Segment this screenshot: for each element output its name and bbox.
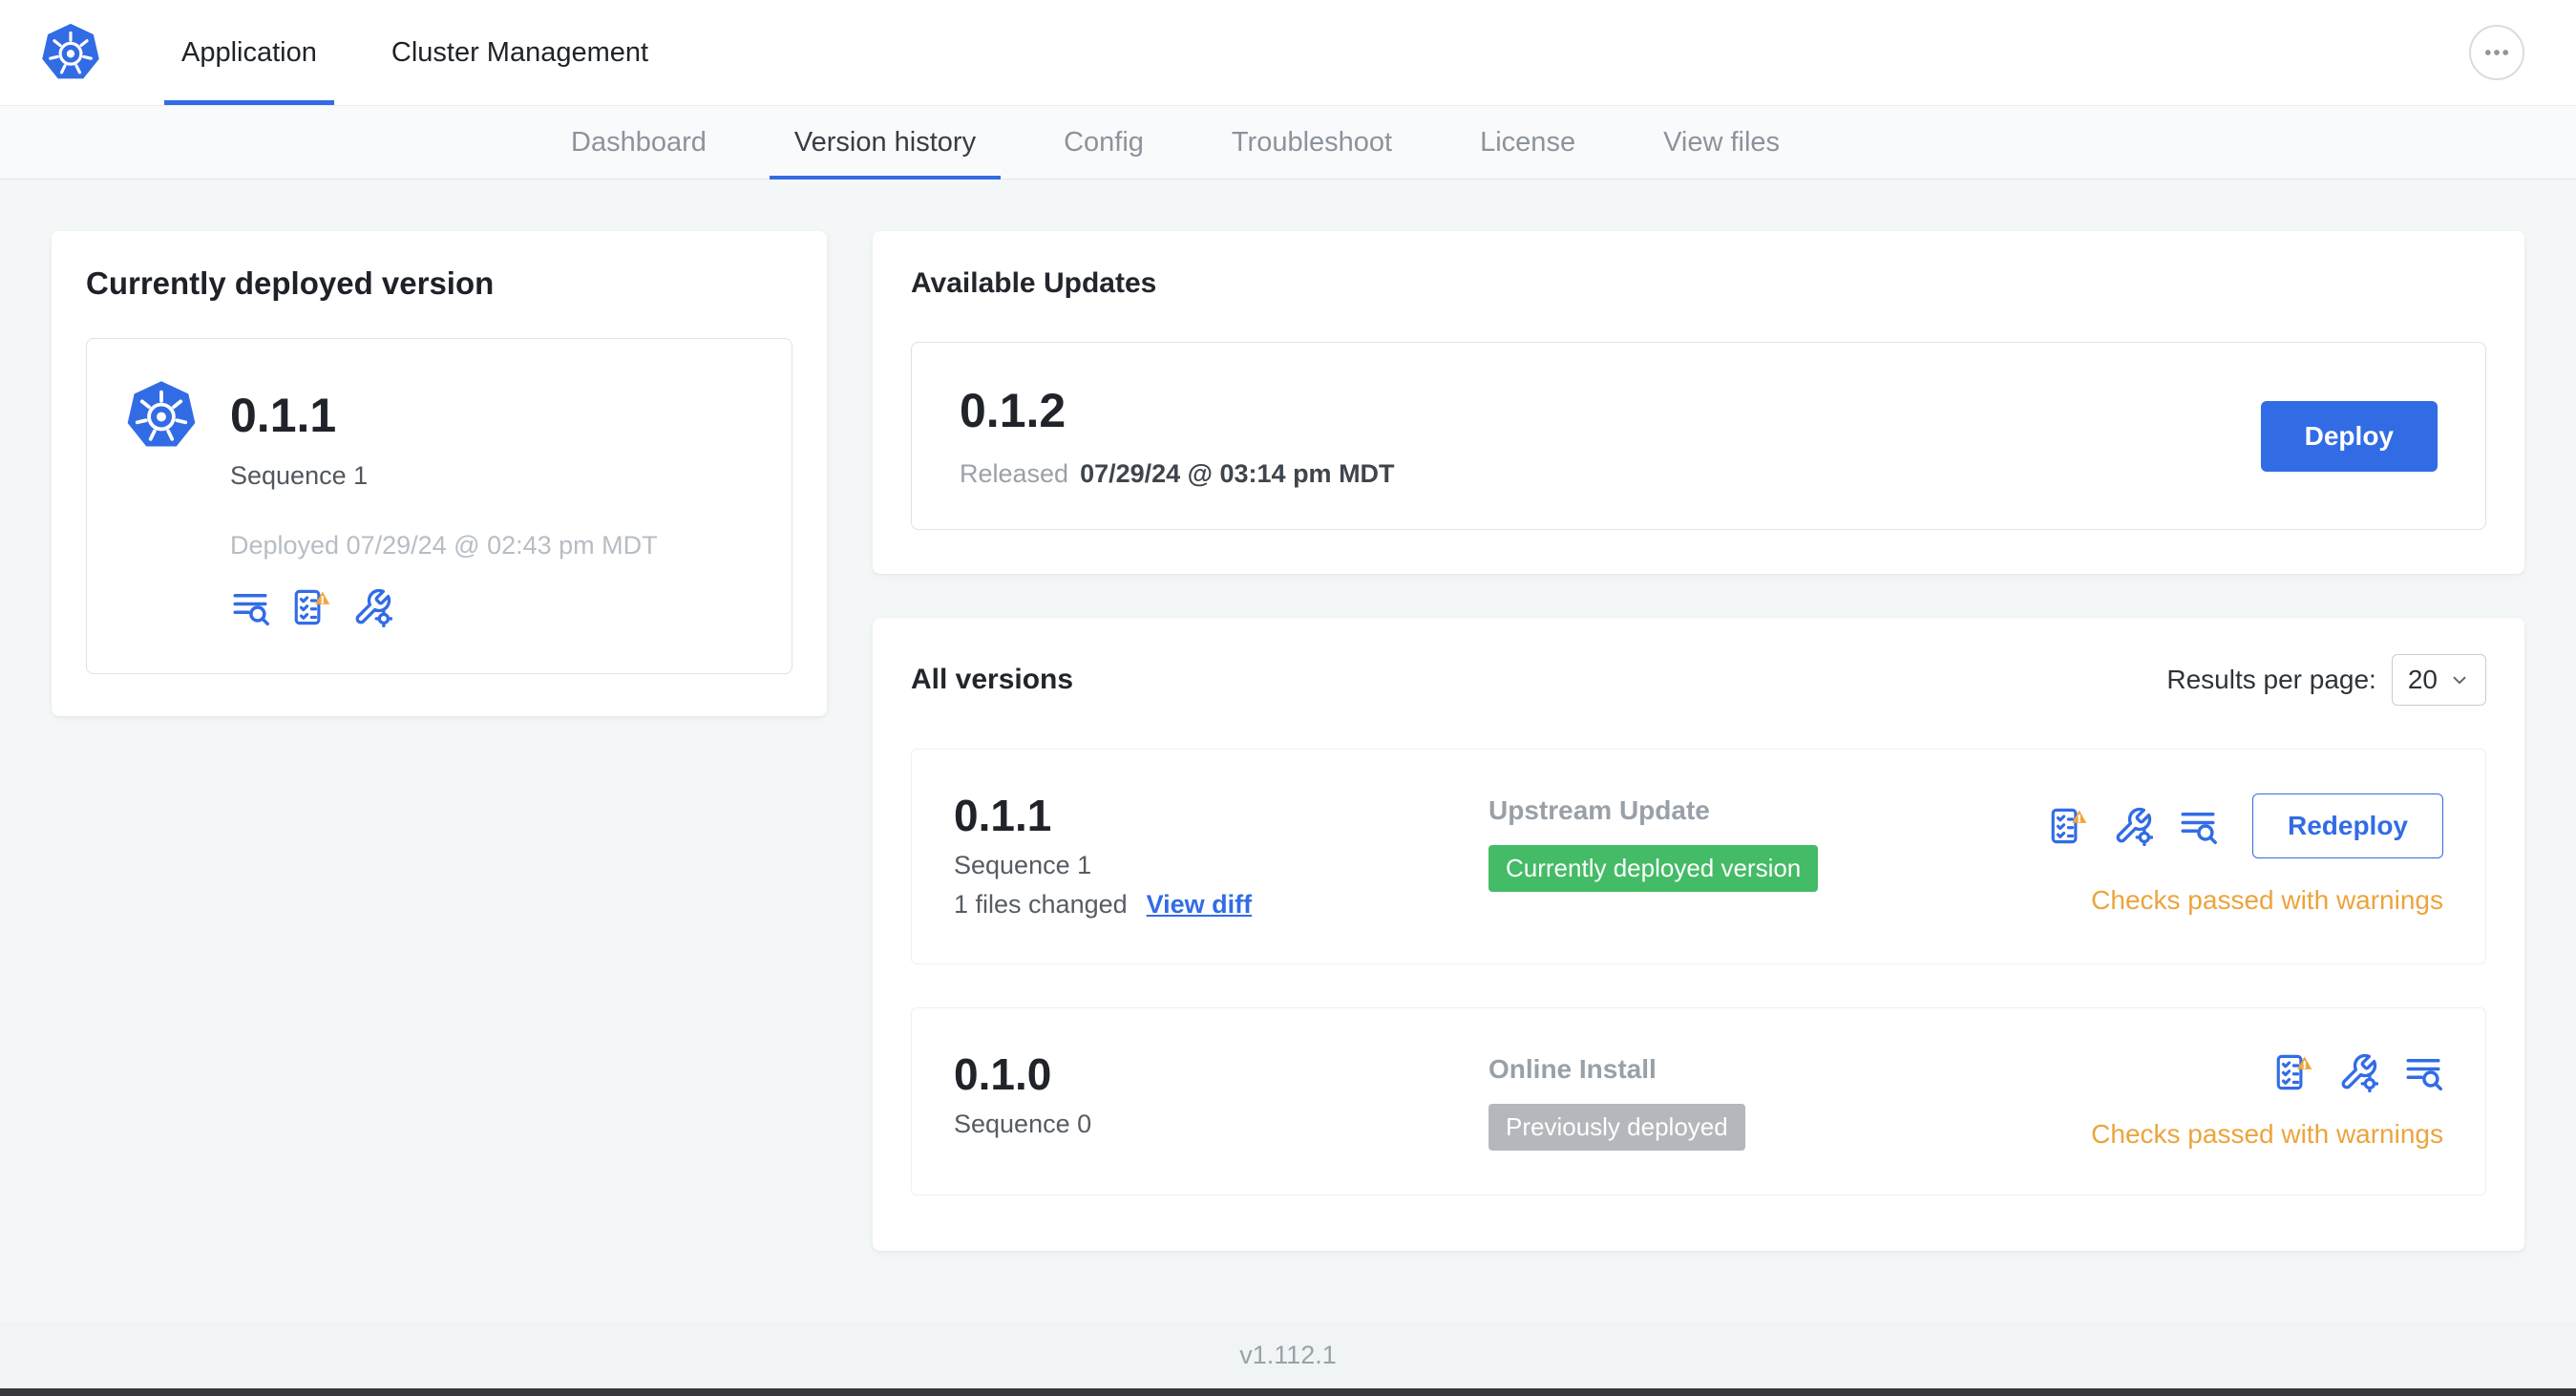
available-updates-title: Available Updates <box>911 267 1157 299</box>
subtab-dashboard-label: Dashboard <box>571 126 707 158</box>
results-per-page-value: 20 <box>2407 665 2438 694</box>
row-actions <box>2273 1052 2443 1092</box>
version-row: 0.1.1 Sequence 1 1 files changed View di… <box>911 749 2486 964</box>
row-sequence: Sequence 0 <box>954 1110 1092 1138</box>
subnav: Dashboard Version history Config Trouble… <box>0 105 2576 180</box>
row-actions: Redeploy <box>2048 793 2443 858</box>
config-icon[interactable] <box>2338 1052 2378 1092</box>
subtab-troubleshoot[interactable]: Troubleshoot <box>1188 106 1436 179</box>
footer: v1.112.1 <box>0 1322 2576 1388</box>
deployed-status-badge: Currently deployed version <box>1489 845 1819 892</box>
release-notes-icon[interactable] <box>230 587 270 627</box>
row-sequence: Sequence 1 <box>954 851 1092 879</box>
kubernetes-logo-icon[interactable] <box>40 22 101 83</box>
all-versions-title: All versions <box>911 664 1074 695</box>
preflight-checks-icon[interactable] <box>2273 1052 2313 1092</box>
subtab-license-label: License <box>1480 126 1576 158</box>
config-icon[interactable] <box>2113 806 2153 846</box>
results-per-page-label: Results per page: <box>2166 665 2376 694</box>
tab-application[interactable]: Application <box>164 0 334 105</box>
all-versions-header: All versions Results per page: 20 <box>911 654 2486 706</box>
subtab-dashboard[interactable]: Dashboard <box>527 106 750 179</box>
header-tabs: Application Cluster Management <box>164 0 706 105</box>
row-files-changed: 1 files changed <box>954 890 1128 919</box>
released-prefix: Released <box>960 459 1069 488</box>
right-column: Available Updates 0.1.2 Released 07/29/2… <box>873 231 2524 1251</box>
subtab-version-history[interactable]: Version history <box>750 106 1020 180</box>
release-notes-icon[interactable] <box>2403 1052 2443 1092</box>
deployed-version-number: 0.1.1 <box>230 389 337 442</box>
redeploy-button[interactable]: Redeploy <box>2251 793 2443 858</box>
app-header: Application Cluster Management <box>0 0 2576 105</box>
subtab-license[interactable]: License <box>1436 106 1619 179</box>
deployed-actions <box>230 587 753 627</box>
row-source: Online Install <box>1489 1054 1657 1084</box>
tab-cluster-management-label: Cluster Management <box>391 36 649 68</box>
currently-deployed-title: Currently deployed version <box>86 265 495 301</box>
available-update-row: 0.1.2 Released 07/29/24 @ 03:14 pm MDT D… <box>911 342 2486 530</box>
currently-deployed-inner: 0.1.1 Sequence 1 Deployed 07/29/24 @ 02:… <box>86 338 792 674</box>
available-updates-card: Available Updates 0.1.2 Released 07/29/2… <box>873 231 2524 574</box>
currently-deployed-card: Currently deployed version 0.1.1 Sequenc… <box>52 231 827 716</box>
main-content: Currently deployed version 0.1.1 Sequenc… <box>0 180 2576 1251</box>
deploy-button[interactable]: Deploy <box>2260 400 2438 472</box>
subtab-view-files[interactable]: View files <box>1619 106 1824 179</box>
version-row: 0.1.0 Sequence 0 Online Install Previous… <box>911 1007 2486 1195</box>
all-versions-card: All versions Results per page: 20 0.1.1 … <box>873 618 2524 1251</box>
chevron-down-icon <box>2449 669 2470 690</box>
subtab-view-files-label: View files <box>1663 126 1781 158</box>
more-options-button[interactable] <box>2469 25 2524 80</box>
subtab-troubleshoot-label: Troubleshoot <box>1231 126 1393 158</box>
row-source: Upstream Update <box>1489 795 1710 825</box>
subtab-config-label: Config <box>1064 126 1144 158</box>
preflight-checks-icon[interactable] <box>291 587 331 627</box>
update-released-line: Released 07/29/24 @ 03:14 pm MDT <box>960 459 1395 489</box>
results-per-page-select[interactable]: 20 <box>2391 654 2486 706</box>
config-icon[interactable] <box>352 587 392 627</box>
tab-application-label: Application <box>181 36 317 68</box>
results-per-page: Results per page: 20 <box>2166 654 2486 706</box>
subtab-version-history-label: Version history <box>793 126 977 158</box>
row-version-number: 0.1.1 <box>954 791 1052 840</box>
checks-status-link[interactable]: Checks passed with warnings <box>2091 1119 2443 1150</box>
deployed-sequence: Sequence 1 <box>230 461 369 490</box>
deployed-status-badge: Previously deployed <box>1489 1104 1745 1151</box>
tab-cluster-management[interactable]: Cluster Management <box>374 0 665 105</box>
update-version-number: 0.1.2 <box>960 384 1066 437</box>
kubernetes-logo-icon <box>125 379 198 452</box>
subtab-config[interactable]: Config <box>1020 106 1188 179</box>
row-version-number: 0.1.0 <box>954 1049 1052 1099</box>
view-diff-link[interactable]: View diff <box>1147 890 1253 920</box>
checks-status-link[interactable]: Checks passed with warnings <box>2091 885 2443 916</box>
app-version-text: v1.112.1 <box>1239 1340 1337 1369</box>
preflight-checks-icon[interactable] <box>2048 806 2088 846</box>
more-options-icon <box>2481 36 2513 69</box>
deployed-timestamp: Deployed 07/29/24 @ 02:43 pm MDT <box>230 531 658 560</box>
released-date: 07/29/24 @ 03:14 pm MDT <box>1080 459 1395 488</box>
bottom-window-edge <box>0 1388 2576 1396</box>
release-notes-icon[interactable] <box>2178 806 2218 846</box>
